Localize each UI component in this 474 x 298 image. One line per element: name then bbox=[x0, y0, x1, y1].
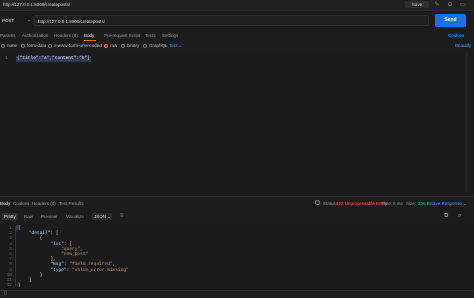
radio-none[interactable] bbox=[1, 44, 5, 48]
tab-pre-request-script[interactable]: Pre-request Script bbox=[104, 33, 140, 39]
response-tab-cookies[interactable]: Cookies bbox=[13, 201, 29, 207]
url-input[interactable]: http://127.0.0.1:8000/createposts/ bbox=[33, 15, 429, 26]
send-button[interactable]: Send bbox=[435, 14, 466, 27]
wrap-icon[interactable]: ≡ bbox=[120, 213, 126, 219]
beautify-link[interactable]: Beautify bbox=[455, 43, 471, 49]
active-tab-indicator bbox=[84, 40, 96, 41]
help-icon[interactable]: ⊝ bbox=[447, 2, 453, 8]
editor-scrollbar[interactable] bbox=[465, 52, 468, 192]
sidebar-toggle-icon[interactable]: ▯ bbox=[4, 291, 8, 296]
format-visualize[interactable]: Visualize bbox=[66, 213, 84, 220]
chevron-down-icon[interactable]: ⌄ bbox=[27, 16, 31, 25]
tab-body[interactable]: Body bbox=[84, 33, 94, 39]
save-button[interactable]: Save bbox=[405, 1, 429, 8]
format-preview[interactable]: Preview bbox=[41, 213, 57, 220]
radio-form-data[interactable] bbox=[21, 44, 25, 48]
method-select[interactable]: POST bbox=[2, 16, 24, 25]
format-type-select[interactable]: JSON ⌄ bbox=[92, 213, 112, 220]
response-tab-test-results[interactable]: Test Results bbox=[59, 201, 84, 207]
radio-urlencoded[interactable] bbox=[48, 44, 52, 48]
option-form-data-label[interactable]: form-data bbox=[27, 43, 46, 49]
format-type-label: JSON bbox=[94, 214, 107, 219]
time-label: Time: bbox=[381, 201, 393, 206]
line-number: 12 bbox=[6, 283, 12, 289]
comment-icon[interactable]: ▭ bbox=[460, 2, 466, 8]
option-none-label[interactable]: none bbox=[7, 43, 17, 49]
tab-settings[interactable]: Settings bbox=[162, 33, 178, 39]
option-graphql-label[interactable]: GraphQL bbox=[149, 43, 168, 49]
request-body-editor[interactable] bbox=[0, 52, 474, 192]
status-value[interactable]: 422 Unprocessable Entity bbox=[336, 201, 387, 207]
save-response-label: Save Response bbox=[430, 201, 462, 206]
fold-guide bbox=[15, 226, 16, 286]
option-urlencoded-label[interactable]: x-www-form-urlencoded bbox=[54, 43, 102, 49]
tab-params[interactable]: Params bbox=[0, 33, 16, 39]
format-pretty[interactable]: Pretty bbox=[2, 213, 18, 220]
line-number: 1 bbox=[5, 56, 8, 61]
response-tab-headers[interactable]: Headers (4) bbox=[32, 201, 56, 207]
format-raw[interactable]: Raw bbox=[24, 213, 33, 220]
copy-icon[interactable]: ⧉ bbox=[444, 213, 450, 219]
search-icon[interactable]: ⌕ bbox=[458, 213, 464, 219]
option-raw-label[interactable]: raw bbox=[110, 43, 117, 49]
radio-raw[interactable] bbox=[104, 44, 108, 48]
pane-divider[interactable] bbox=[0, 196, 474, 197]
radio-graphql[interactable] bbox=[143, 44, 147, 48]
size-value[interactable]: 236 B bbox=[418, 201, 430, 207]
size-label: Size: bbox=[406, 201, 417, 206]
radio-binary[interactable] bbox=[121, 44, 125, 48]
request-body-text[interactable]: {"title":"a","content":"b"} bbox=[16, 56, 91, 62]
globe-icon[interactable] bbox=[315, 200, 320, 205]
tab-authorization[interactable]: Authorization bbox=[22, 33, 48, 39]
tab-tests[interactable]: Tests bbox=[145, 33, 156, 39]
json-line[interactable]: } bbox=[18, 283, 21, 289]
raw-type-label: Text bbox=[169, 43, 178, 48]
tab-headers[interactable]: Headers (8) bbox=[54, 33, 78, 39]
request-title[interactable]: http://127.0.0.1:8000/createposts/ bbox=[3, 2, 70, 8]
time-value[interactable]: 8 ms bbox=[393, 201, 403, 207]
response-tab-body[interactable]: Body bbox=[0, 201, 10, 207]
raw-type-select[interactable]: Text ⌄ bbox=[169, 43, 182, 49]
option-binary-label[interactable]: binary bbox=[127, 43, 139, 49]
status-label: Status: bbox=[323, 201, 338, 206]
top-bar bbox=[0, 0, 474, 11]
cookies-link[interactable]: Cookies bbox=[448, 33, 464, 39]
save-response-button[interactable]: Save Response ⌄ bbox=[430, 201, 467, 207]
edit-icon[interactable]: ✎ bbox=[434, 2, 440, 8]
